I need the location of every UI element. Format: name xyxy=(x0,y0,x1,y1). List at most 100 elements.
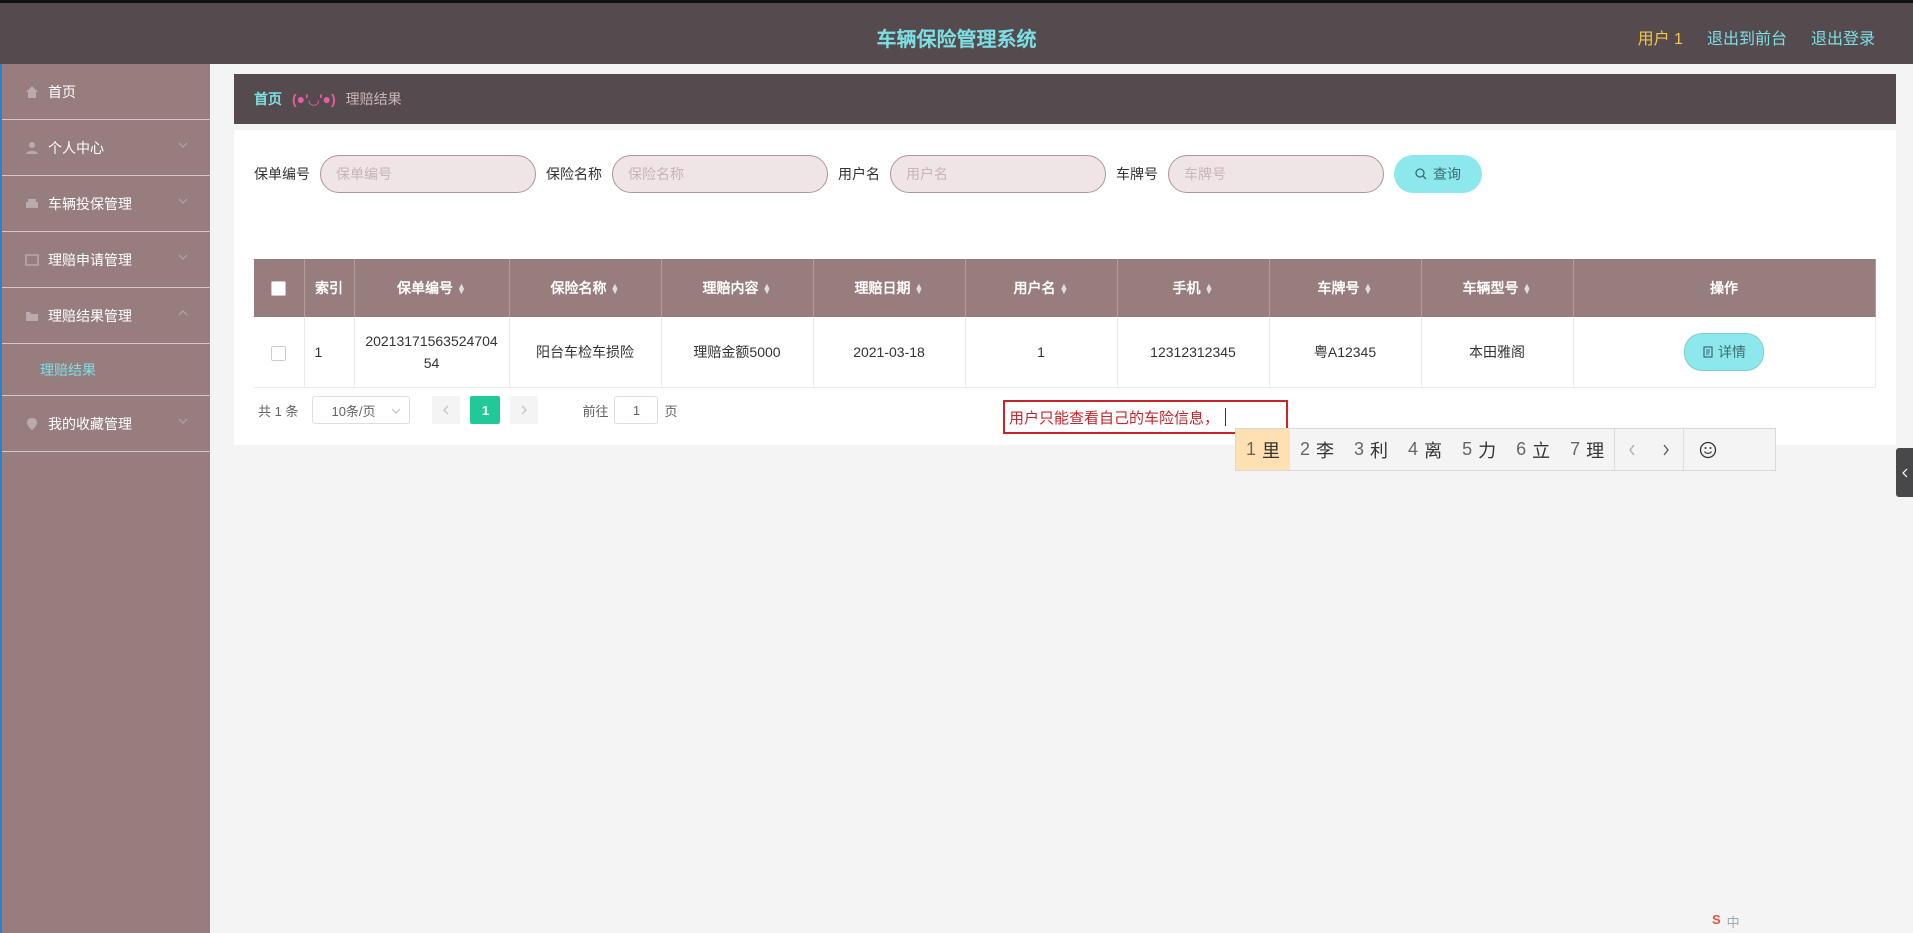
sort-icon[interactable]: ▲ ▼ xyxy=(611,282,620,296)
emoji-button[interactable] xyxy=(1683,429,1732,470)
sidebar-subitem-claim-results[interactable]: 理赔结果 xyxy=(2,344,210,396)
emoji-icon xyxy=(1699,441,1717,458)
column-header[interactable]: 车辆型号 ▲ ▼ xyxy=(1421,259,1574,317)
column-header[interactable]: 车牌号 ▲ ▼ xyxy=(1269,259,1422,317)
column-header[interactable]: 用户名 ▲ ▼ xyxy=(965,259,1118,317)
ime-candidate[interactable]: 6立 xyxy=(1506,429,1560,470)
current-user: 用户 1 xyxy=(1637,31,1683,48)
column-header[interactable]: 保险名称 ▲ ▼ xyxy=(509,259,662,317)
row-select-cell[interactable] xyxy=(254,317,305,388)
sidebar-item-label: 理赔申请管理 xyxy=(48,251,132,268)
results-table: 索引 保单编号 ▲ ▼ 保险名称 ▲ ▼ 理赔内容 ▲ ▼ 理赔日期 ▲ ▼ 用户名 ▲ ▼ 手机 ▲… xyxy=(254,259,1876,388)
select-all-checkbox[interactable] xyxy=(271,281,287,297)
sidebar-item-label: 我的收藏管理 xyxy=(48,415,132,432)
pagination: 共 1 条 10条/页 1 前往 页 xyxy=(258,396,678,424)
policy-no-label: 保单编号 xyxy=(254,166,310,182)
cell-phone: 12312312345 xyxy=(1117,317,1270,388)
cell-claim-content: 理赔金额5000 xyxy=(661,317,814,388)
sort-icon[interactable]: ▲ ▼ xyxy=(1523,282,1532,296)
app-title: 车辆保险管理系统 xyxy=(876,29,1037,51)
goto-label: 前往 xyxy=(582,403,609,419)
sidebar-item-vehicle-insurance[interactable]: 车辆投保管理 xyxy=(2,176,210,232)
ime-candidate[interactable]: 4离 xyxy=(1398,429,1452,470)
sort-icon[interactable]: ▲ ▼ xyxy=(915,282,924,296)
chevron-right-icon xyxy=(522,405,528,415)
document-icon xyxy=(1703,346,1713,358)
sidebar-item-favorites[interactable]: 我的收藏管理 xyxy=(2,396,210,452)
user-icon xyxy=(24,140,40,156)
cell-username: 1 xyxy=(965,317,1118,388)
page-size-select[interactable]: 10条/页 xyxy=(312,396,411,424)
ime-candidate-bar: 1里 2李 3利 4离 5力 6立 7理 xyxy=(1235,428,1776,471)
annotation-text: 用户只能查看自己的车险信息， xyxy=(1009,409,1220,427)
breadcrumb-current: 理赔结果 xyxy=(345,91,402,107)
plate-input[interactable] xyxy=(1168,155,1384,193)
sort-icon[interactable]: ▲ ▼ xyxy=(1205,282,1214,296)
logout-link[interactable]: 退出登录 xyxy=(1811,25,1875,49)
column-header[interactable]: 手机 ▲ ▼ xyxy=(1117,259,1270,317)
username-label: 用户名 xyxy=(838,166,880,182)
form-icon xyxy=(24,252,40,268)
column-header[interactable]: 理赔日期 ▲ ▼ xyxy=(813,259,966,317)
policy-no-input[interactable] xyxy=(320,155,536,193)
insurance-name-input[interactable] xyxy=(612,155,828,193)
row-checkbox[interactable] xyxy=(271,345,287,361)
chevron-down-icon xyxy=(392,408,401,414)
side-collapse-tab[interactable] xyxy=(1896,448,1913,497)
ime-language-indicator[interactable]: 中 xyxy=(1727,912,1740,931)
text-cursor xyxy=(1225,408,1227,426)
car-icon xyxy=(24,196,40,212)
sort-icon[interactable]: ▲ ▼ xyxy=(1060,282,1069,296)
column-header: 操作 xyxy=(1573,259,1876,317)
search-icon xyxy=(1415,168,1427,180)
folder-icon xyxy=(24,308,40,324)
sidebar-item-personal-center[interactable]: 个人中心 xyxy=(2,120,210,176)
chevron-down-icon xyxy=(178,198,188,204)
select-all-header[interactable] xyxy=(254,259,305,317)
ime-candidate[interactable]: 7理 xyxy=(1560,429,1614,470)
table-row: 1 2021317156352470454 阳台车检车损险 理赔金额5000 2… xyxy=(254,317,1876,388)
query-button[interactable]: 查询 xyxy=(1394,155,1482,193)
column-header[interactable]: 保单编号 ▲ ▼ xyxy=(354,259,510,317)
sogou-logo-icon: S xyxy=(1712,912,1721,927)
ime-prev-button[interactable] xyxy=(1614,429,1649,470)
ime-status-tray: S 中 xyxy=(1712,912,1740,931)
detail-button[interactable]: 详情 xyxy=(1684,332,1764,371)
detail-button-label: 详情 xyxy=(1718,343,1746,360)
sort-icon[interactable]: ▲ ▼ xyxy=(763,282,772,296)
sort-icon[interactable]: ▲ ▼ xyxy=(457,282,466,296)
sort-icon[interactable]: ▲ ▼ xyxy=(1364,282,1373,296)
sidebar: 首页 个人中心 车辆投保管理 理赔申请管理 理赔结果管理 理赔结果 我的收藏管理 xyxy=(0,64,210,933)
sidebar-item-label: 个人中心 xyxy=(48,139,104,156)
page-suffix: 页 xyxy=(664,403,678,419)
chevron-down-icon xyxy=(178,142,188,148)
table-header-row: 索引 保单编号 ▲ ▼ 保险名称 ▲ ▼ 理赔内容 ▲ ▼ 理赔日期 ▲ ▼ 用户名 ▲ ▼ 手机 ▲… xyxy=(254,259,1876,317)
ime-candidate[interactable]: 3利 xyxy=(1344,429,1398,470)
breadcrumb-home[interactable]: 首页 xyxy=(254,89,282,109)
prev-page-button[interactable] xyxy=(432,396,461,424)
plate-label: 车牌号 xyxy=(1116,166,1158,182)
ime-next-button[interactable] xyxy=(1649,429,1683,470)
top-bar: 车辆保险管理系统 用户 1 退出到前台 退出登录 xyxy=(0,0,1913,64)
sidebar-item-label: 理赔结果管理 xyxy=(48,307,132,324)
cell-plate: 粤A12345 xyxy=(1269,317,1422,388)
sidebar-item-claim-application[interactable]: 理赔申请管理 xyxy=(2,232,210,288)
insurance-name-label: 保险名称 xyxy=(546,166,602,182)
back-to-front-link[interactable]: 退出到前台 xyxy=(1707,25,1787,49)
column-header: 索引 xyxy=(304,259,355,317)
total-count: 共 1 条 xyxy=(258,403,299,419)
ime-candidate[interactable]: 1里 xyxy=(1236,429,1291,470)
sidebar-item-home[interactable]: 首页 xyxy=(2,64,210,120)
breadcrumb-separator: (●'◡'●) xyxy=(292,90,336,107)
breadcrumb: 首页 (●'◡'●) 理赔结果 xyxy=(234,74,1896,124)
column-header[interactable]: 理赔内容 ▲ ▼ xyxy=(661,259,814,317)
sidebar-item-claim-results[interactable]: 理赔结果管理 xyxy=(2,288,210,344)
username-input[interactable] xyxy=(890,155,1106,193)
next-page-button[interactable] xyxy=(510,396,539,424)
goto-page-input[interactable] xyxy=(614,396,659,424)
ime-candidate[interactable]: 2李 xyxy=(1290,429,1344,470)
cell-policy-no: 2021317156352470454 xyxy=(354,317,510,388)
page-number[interactable]: 1 xyxy=(470,396,501,424)
ime-candidate[interactable]: 5力 xyxy=(1452,429,1506,470)
page-size-value: 10条/页 xyxy=(331,403,376,419)
